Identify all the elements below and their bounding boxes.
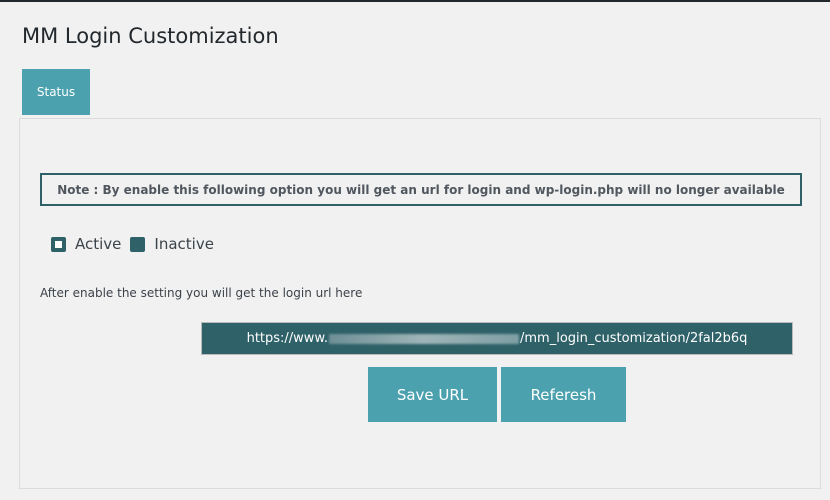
tab-status[interactable]: Status — [22, 69, 90, 115]
page-title: MM Login Customization — [22, 24, 279, 48]
hint-text: After enable the setting you will get th… — [40, 286, 363, 300]
url-suffix: /mm_login_customization/2fal2b6q — [520, 331, 748, 346]
inactive-label: Inactive — [154, 235, 214, 253]
inactive-checkbox[interactable] — [130, 236, 146, 252]
status-options: Active Inactive — [51, 235, 223, 253]
url-prefix: https://www. — [246, 331, 329, 346]
save-url-button[interactable]: Save URL — [368, 367, 497, 422]
refresh-button[interactable]: Referesh — [501, 367, 626, 422]
redacted-blur — [329, 333, 520, 344]
login-url-field[interactable]: https://www. /mm_login_customization/2fal… — [201, 322, 793, 355]
active-checkbox[interactable] — [51, 236, 66, 252]
note-box: Note : By enable this following option y… — [40, 173, 802, 206]
active-label: Active — [75, 235, 122, 253]
